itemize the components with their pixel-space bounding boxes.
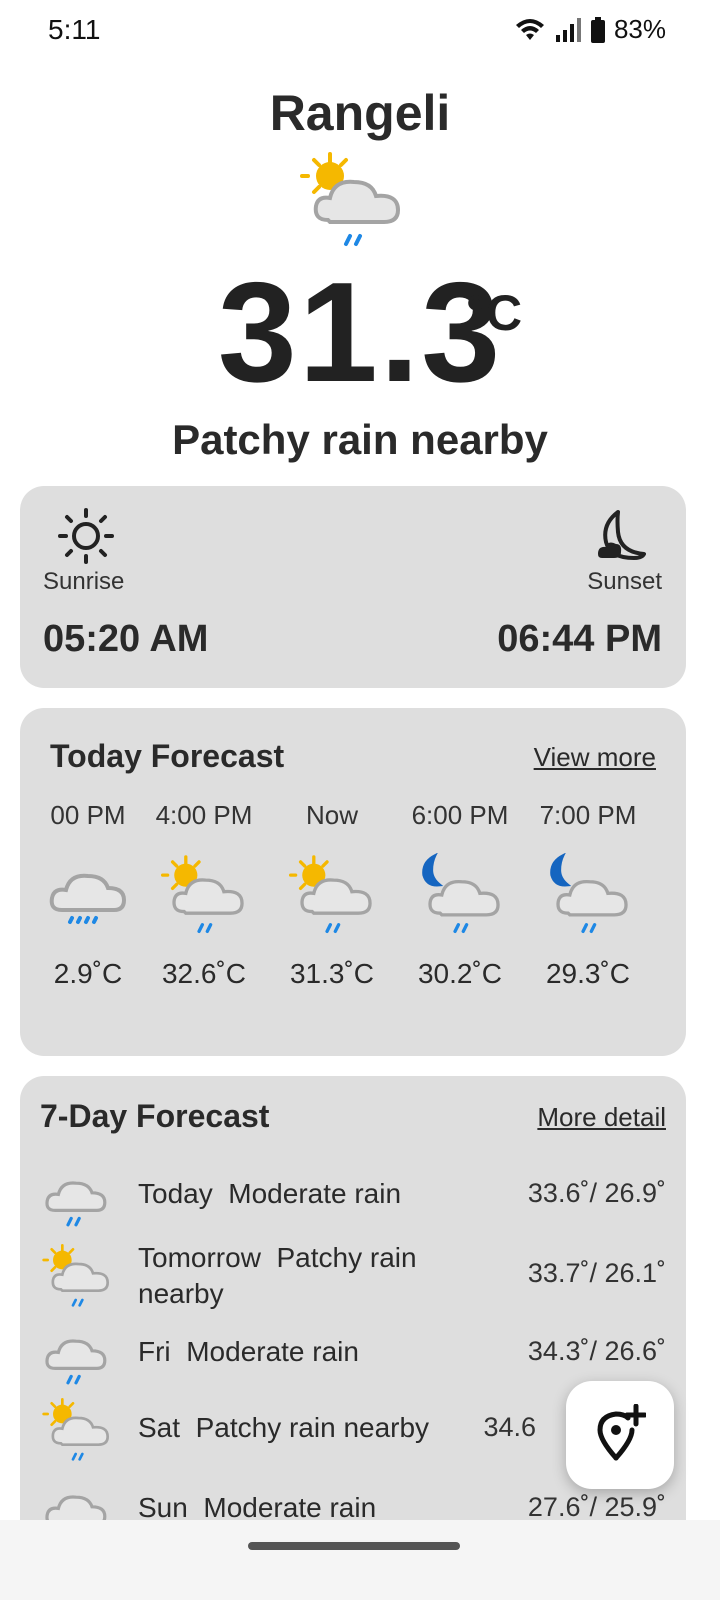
sun-times-card: Sunrise Sunset 05:20 AM 06:44 PM (20, 486, 686, 688)
hour-time: 4:00 PM (155, 800, 253, 830)
hour-item[interactable]: 00 PM 2.9˚C (24, 800, 152, 990)
sunrise-icon (58, 508, 114, 569)
moon-cloud-rain-icon (396, 840, 524, 950)
status-icons: 83% (514, 14, 666, 45)
day-temps: 33.7˚/ 26.1˚ (527, 1258, 666, 1288)
sunrise-label: Sunrise (43, 568, 125, 595)
hour-temp: 31.3˚C (289, 958, 375, 989)
sun-cloud-rain-icon (42, 1244, 112, 1313)
day-temps: 27.6˚/ 25.9˚ (527, 1492, 666, 1520)
hour-temp: 29.3˚C (545, 958, 631, 989)
battery-percent: 83% (613, 14, 666, 44)
sunset-time: 06:44 PM (497, 618, 662, 660)
day-summary: Fri Moderate rain (138, 1334, 468, 1370)
cloud-rain-icon (44, 1328, 108, 1393)
seven-day-forecast-title: 7-Day Forecast (40, 1098, 270, 1134)
day-name: Fri (138, 1336, 171, 1367)
hour-time: 00 PM (50, 800, 126, 830)
view-more-link[interactable]: View more (534, 742, 656, 773)
signal-icon (554, 17, 582, 43)
battery-icon (590, 16, 606, 43)
temperature-unit: °C (466, 285, 523, 341)
sun-cloud-rain-icon (300, 152, 404, 253)
more-detail-link[interactable]: More detail (537, 1102, 666, 1133)
hour-item[interactable]: 7:00 PM 29.3˚C (524, 800, 652, 990)
status-bar: 5:11 83% (0, 0, 720, 62)
add-location-icon (594, 1403, 648, 1467)
hour-time: 6:00 PM (411, 800, 509, 830)
day-temps: 33.6˚/ 26.9˚ (527, 1178, 666, 1208)
day-name: Tomorrow (138, 1242, 261, 1273)
cloud-rain-icon (44, 1170, 108, 1235)
sunset-icon (592, 508, 646, 569)
hour-temp: 32.6˚C (161, 958, 247, 989)
day-condition: Moderate rain (203, 1492, 377, 1520)
home-gesture-handle[interactable] (248, 1542, 460, 1550)
current-temperature: 31.3 (217, 253, 503, 412)
hour-time: 7:00 PM (539, 800, 637, 830)
hour-item[interactable]: 4:00 PM 32.6˚C (140, 800, 268, 990)
sunset-label: Sunset (587, 568, 662, 595)
sun-cloud-rain-icon (140, 840, 268, 950)
day-summary: Sat Patchy rain nearby (138, 1410, 468, 1446)
day-name: Sun (138, 1492, 188, 1520)
cloud-rain-icon (24, 840, 152, 950)
day-temps: 34.3˚/ 26.6˚ (527, 1336, 666, 1366)
day-summary: Sun Moderate rain (138, 1490, 468, 1520)
day-summary: Tomorrow Patchy rain nearby (138, 1240, 468, 1312)
city-name: Rangeli (269, 85, 451, 141)
status-time: 5:11 (48, 14, 101, 45)
today-forecast-title: Today Forecast (50, 738, 285, 774)
today-forecast-card: Today Forecast View more 00 PM 2.9˚C 4:0… (20, 708, 686, 1056)
sun-cloud-rain-icon (42, 1398, 112, 1467)
hour-temp: 2.9˚C (53, 958, 123, 989)
day-temps: 34.6 (483, 1412, 536, 1442)
day-name: Sat (138, 1412, 181, 1443)
hour-time: Now (305, 800, 358, 830)
sun-cloud-rain-icon (268, 840, 396, 950)
day-condition: Patchy rain nearby (195, 1412, 430, 1443)
hour-temp: 30.2˚C (417, 958, 503, 989)
day-condition: Moderate rain (186, 1336, 359, 1367)
day-row[interactable]: Tomorrow Patchy rain nearby 33.7˚/ 26.1˚ (20, 1240, 686, 1320)
sunrise-time: 05:20 AM (43, 618, 209, 660)
day-row[interactable]: Today Moderate rain 33.6˚/ 26.9˚ (20, 1170, 686, 1234)
current-condition: Patchy rain nearby (172, 416, 548, 463)
system-navigation-bar (0, 1520, 720, 1600)
day-name: Today (138, 1178, 213, 1209)
moon-cloud-rain-icon (524, 840, 652, 950)
hour-item[interactable]: Now 31.3˚C (268, 800, 396, 990)
temperature-block: 31.3 (0, 262, 720, 404)
cloud-rain-icon (44, 1484, 108, 1520)
add-location-button[interactable] (566, 1381, 674, 1489)
hour-item[interactable]: 6:00 PM 30.2˚C (396, 800, 524, 990)
day-summary: Today Moderate rain (138, 1176, 468, 1212)
wifi-icon (514, 16, 546, 44)
hourly-forecast-list[interactable]: 00 PM 2.9˚C 4:00 PM 32.6˚C Now 31.3˚C 6:… (20, 800, 686, 1010)
day-condition: Moderate rain (228, 1178, 402, 1209)
